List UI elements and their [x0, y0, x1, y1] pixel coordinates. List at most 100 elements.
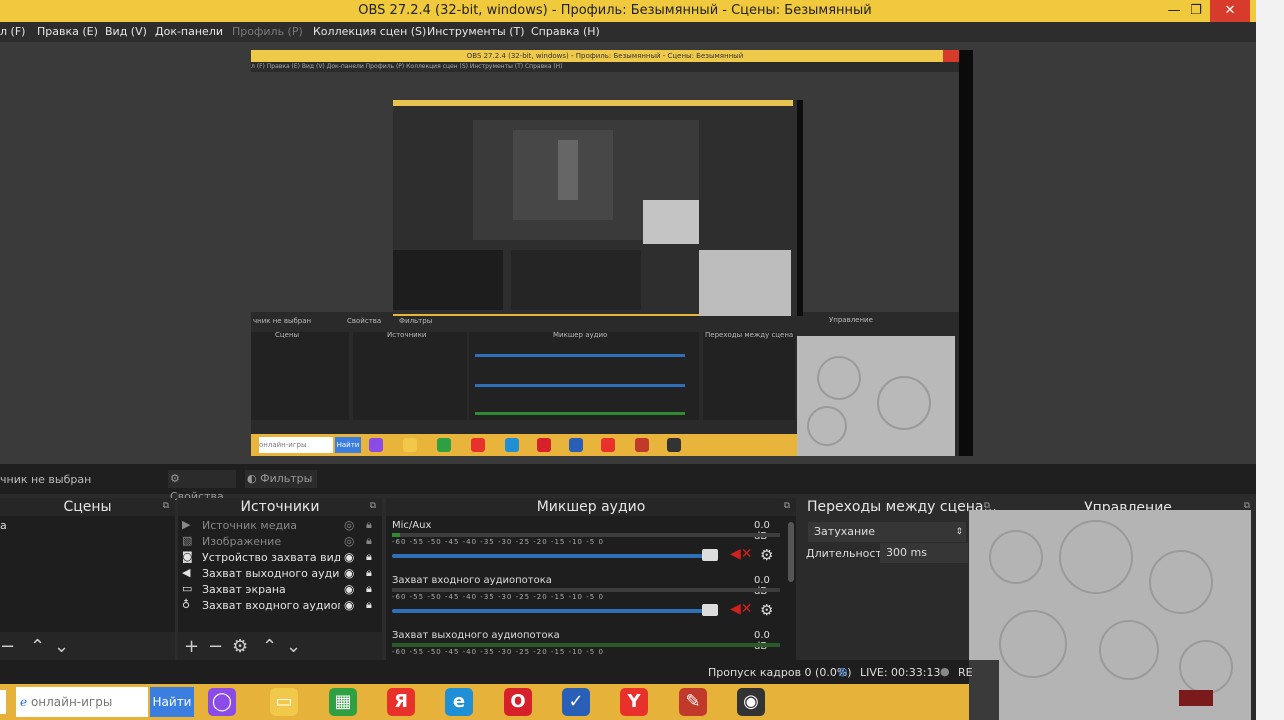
camera-icon: ◙ — [182, 550, 193, 563]
spin-arrows-icon: ⇕ — [955, 527, 963, 537]
taskbar-search[interactable]: ℯ онлайн-игры — [16, 687, 148, 717]
duration-input[interactable]: 300 ms — [880, 543, 968, 563]
source-item[interactable]: ◙ Устройство захвата видео ◉ 🔒︎ — [178, 550, 382, 566]
play-icon: ▶ — [182, 518, 191, 531]
move-down-button[interactable]: ⌄ — [286, 636, 301, 657]
dock-float-icon[interactable]: ⧉ — [163, 501, 169, 511]
signal-icon: ◍ — [838, 665, 848, 678]
dock-float-icon[interactable]: ⧉ — [370, 501, 376, 511]
source-item[interactable]: ▧ Изображение ◎ 🔒︎ — [178, 534, 382, 550]
search-text: онлайн-игры — [30, 695, 113, 709]
volume-knob[interactable] — [702, 604, 718, 616]
transition-select[interactable]: Затухание ⇕ — [808, 522, 966, 542]
move-down-button[interactable]: ⌄ — [54, 636, 69, 657]
move-up-button[interactable]: ⌃ — [30, 636, 45, 657]
nested-scenes-header: Сцены — [275, 331, 300, 339]
channel-name: Mic/Aux — [392, 520, 432, 531]
nested-props: Свойства — [347, 317, 382, 325]
source-label: Изображение — [202, 535, 282, 548]
eye-icon[interactable]: ◉ — [344, 582, 354, 596]
source-item[interactable]: ▶ Источник медиа ◎ 🔒︎ — [178, 518, 382, 534]
gear-icon[interactable]: ⚙ — [760, 546, 773, 564]
game-icon[interactable]: ✎ — [679, 688, 707, 716]
remove-scene-button[interactable]: − — [0, 636, 15, 657]
filters-button[interactable]: ◐ Фильтры — [245, 470, 317, 488]
menu-docks[interactable]: Док-панели — [155, 25, 223, 38]
add-source-button[interactable]: + — [184, 636, 199, 657]
mixer-channel: Захват входного аудиопотока 0.0 dB -60 -… — [386, 575, 786, 629]
volume-slider[interactable] — [392, 609, 712, 613]
source-toolbar: чник не выбран ⚙ Свойства ◐ Фильтры — [0, 464, 1256, 503]
source-item[interactable]: ▭ Захват экрана ◉ 🔒︎ — [178, 582, 382, 598]
nested-inner-capture — [393, 100, 803, 326]
scene-item[interactable]: а — [0, 519, 7, 532]
menu-view[interactable]: Вид (V) — [105, 25, 147, 38]
explorer-icon[interactable]: ▭ — [270, 688, 298, 716]
volume-slider[interactable] — [392, 554, 712, 558]
sources-list[interactable]: ▶ Источник медиа ◎ 🔒︎ ▧ Изображение ◎ 🔒︎… — [178, 516, 382, 632]
volume-knob[interactable] — [702, 549, 718, 561]
lock-icon[interactable]: 🔒︎ — [366, 550, 372, 564]
edge-icon[interactable]: e — [445, 688, 473, 716]
gear-icon[interactable]: ⚙ — [760, 601, 773, 619]
muted-speaker-icon[interactable]: ◀✕ — [730, 546, 753, 562]
source-label: Захват входного аудиопото — [202, 599, 340, 612]
nested-preview — [251, 72, 959, 326]
remove-source-button[interactable]: − — [208, 636, 223, 657]
eye-icon[interactable]: ◉ — [344, 566, 354, 580]
lock-icon[interactable]: 🔒︎ — [366, 534, 372, 548]
scenes-list[interactable]: а — [0, 516, 175, 632]
source-item[interactable]: ♁ Захват входного аудиопото ◉ 🔒︎ — [178, 598, 382, 614]
dock-float-icon[interactable]: ⧉ — [784, 501, 790, 511]
source-item[interactable]: ◀ Захват выходного аудиопот ◉ 🔒︎ — [178, 566, 382, 582]
menu-scene-collection[interactable]: Коллекция сцен (S) — [313, 25, 426, 38]
controls-header: Управление — [1084, 500, 1172, 516]
obs-icon[interactable]: ◉ — [737, 688, 765, 716]
yandex-icon[interactable]: Я — [387, 688, 415, 716]
defender-icon[interactable]: ✓ — [562, 688, 590, 716]
close-button[interactable]: ✕ — [1210, 0, 1250, 22]
menu-file[interactable]: л (F) — [0, 25, 25, 38]
alice-icon[interactable]: ◯ — [208, 688, 236, 716]
menu-profile[interactable]: Профиль (P) — [232, 25, 303, 38]
transition-select-value: Затухание — [814, 525, 876, 538]
nested-sources-header: Источники — [387, 331, 427, 339]
sources-header: Источники — [240, 499, 320, 515]
eye-icon[interactable]: ◉ — [344, 598, 354, 612]
start-edge[interactable] — [0, 690, 6, 714]
nested-mixer-header: Микшер аудио — [553, 331, 608, 339]
no-source-label: чник не выбран — [0, 473, 92, 486]
nested-camera — [797, 336, 955, 456]
preview-capture: OBS 27.2.4 (32-bit, windows) - Профиль: … — [251, 50, 973, 456]
lock-icon[interactable]: 🔒︎ — [366, 598, 372, 612]
search-button[interactable]: Найти — [150, 687, 194, 717]
live-timer: LIVE: 00:33:13 — [860, 666, 941, 679]
menu-tools[interactable]: Инструменты (T) — [427, 25, 525, 38]
scenes-toolbar: − ⌃ ⌄ — [0, 634, 175, 660]
eye-icon[interactable]: ◉ — [344, 550, 354, 564]
scenes-header: Сцены — [63, 499, 112, 515]
channel-name: Захват выходного аудиопотока — [392, 630, 560, 641]
menu-edit[interactable]: Правка (E) — [37, 25, 98, 38]
eye-hidden-icon[interactable]: ◎ — [344, 518, 354, 532]
move-up-button[interactable]: ⌃ — [262, 636, 277, 657]
webcam-overlay — [969, 510, 1251, 720]
store-icon[interactable]: ▦ — [329, 688, 357, 716]
lock-icon[interactable]: 🔒︎ — [366, 566, 372, 580]
maximize-button[interactable]: ❐ — [1180, 0, 1212, 22]
muted-speaker-icon[interactable]: ◀✕ — [730, 601, 753, 617]
opera-icon[interactable]: O — [504, 688, 532, 716]
lock-icon[interactable]: 🔒︎ — [366, 582, 372, 596]
mixer-channel: Mic/Aux 0.0 dB -60 -55 -50 -45 -40 -35 -… — [386, 520, 786, 574]
speaker-icon: ◀ — [182, 566, 191, 579]
nested-title-bar: OBS 27.2.4 (32-bit, windows) - Профиль: … — [251, 50, 959, 62]
yandex-browser-icon[interactable]: Y — [620, 688, 648, 716]
sources-toolbar: + − ⚙ ⌃ ⌄ — [178, 634, 382, 660]
eye-hidden-icon[interactable]: ◎ — [344, 534, 354, 548]
properties-button[interactable]: ⚙ Свойства — [168, 470, 236, 503]
menu-help[interactable]: Справка (H) — [531, 25, 600, 38]
mixer-scrollbar[interactable] — [788, 522, 794, 582]
controls-dock: Управление ⧉ — [1000, 498, 1256, 516]
lock-icon[interactable]: 🔒︎ — [366, 518, 372, 532]
source-settings-icon[interactable]: ⚙ — [232, 636, 248, 657]
